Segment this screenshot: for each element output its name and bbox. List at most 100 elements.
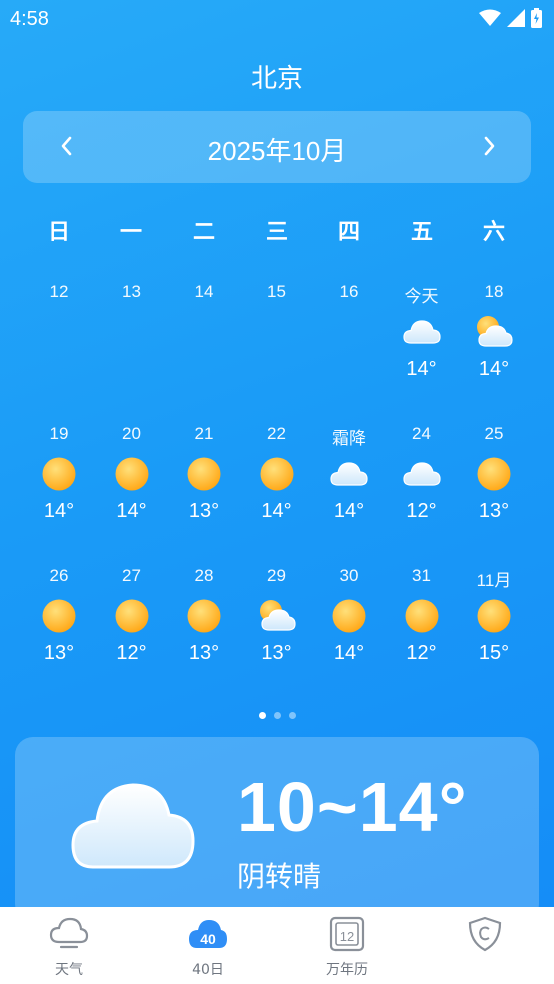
wifi-icon: [479, 9, 501, 26]
calendar-day-cell[interactable]: 22 14°: [241, 424, 313, 534]
chevron-right-icon: [484, 136, 495, 156]
calendar-day-cell[interactable]: 今天 14°: [386, 282, 458, 392]
cloud-icon: [329, 454, 369, 494]
cloud-icon: [71, 783, 195, 869]
today-summary-card[interactable]: 10~14° 阴转晴: [15, 737, 539, 922]
day-label: 18: [484, 282, 504, 301]
calendar-day-cell[interactable]: 25 13°: [458, 424, 530, 534]
day-temperature: 15°: [478, 642, 510, 664]
day-label: 27: [122, 566, 141, 585]
day-temperature: 12°: [406, 500, 437, 522]
day-label: 25: [484, 424, 504, 443]
status-time: 4:58: [10, 8, 49, 30]
day-temperature: 13°: [478, 500, 510, 522]
day-label: 15: [267, 282, 286, 301]
sun-icon: [329, 596, 369, 636]
calendar-day-cell[interactable]: 27 12°: [96, 566, 168, 676]
tab-40-day[interactable]: 40 40日: [153, 907, 263, 984]
day-temperature: 14°: [43, 500, 75, 522]
month-selector: 2025年10月: [23, 111, 531, 183]
bottom-tab-bar: 天气 40 40日 12 万年历: [0, 907, 554, 984]
sun-icon: [112, 596, 152, 636]
calendar-day-cell[interactable]: 26 13°: [23, 566, 95, 676]
day-label: 霜降: [332, 429, 366, 448]
calendar-day-cell[interactable]: 14: [168, 282, 240, 392]
weekday-label: 二: [192, 220, 215, 245]
weather-condition: 阴转晴: [237, 860, 322, 893]
sun-icon: [184, 596, 224, 636]
sun-icon: [474, 454, 514, 494]
sun-icon: [39, 596, 79, 636]
calendar-day-cell[interactable]: 19 14°: [23, 424, 95, 534]
cloud-outline-icon: [49, 917, 89, 949]
status-icons: [479, 8, 542, 28]
temperature-range: 10~14°: [237, 768, 468, 846]
calendar-day-cell[interactable]: 31 12°: [386, 566, 458, 676]
sun-icon: [474, 596, 514, 636]
partly-cloudy-icon: [257, 596, 297, 636]
page-indicator: [0, 704, 554, 723]
day-label: 14: [194, 282, 214, 301]
day-label: 31: [412, 566, 431, 585]
tab-label: 天气: [55, 962, 83, 978]
weekday-label: 一: [119, 220, 142, 245]
day-label: 11月: [476, 571, 512, 590]
next-month-button[interactable]: [475, 132, 503, 160]
day-label: 21: [194, 424, 214, 443]
calendar-day-cell[interactable]: 15: [241, 282, 313, 392]
day-temperature: 14°: [333, 500, 365, 522]
day-temperature: 14°: [261, 500, 292, 522]
calendar-day-cell[interactable]: 24 12°: [386, 424, 458, 534]
calendar-day-cell[interactable]: 20 14°: [96, 424, 168, 534]
calendar-day-cell[interactable]: 21 13°: [168, 424, 240, 534]
sun-icon: [112, 454, 152, 494]
page-dot[interactable]: [273, 712, 281, 719]
battery-icon: [531, 8, 542, 28]
day-temperature: 12°: [116, 642, 147, 664]
tab-weather[interactable]: 天气: [14, 907, 124, 984]
tab-calendar[interactable]: 12 万年历: [292, 907, 402, 984]
tab-icon-badge: 40: [200, 931, 216, 947]
day-label: 22: [267, 424, 286, 443]
sun-icon: [184, 454, 224, 494]
page-dot[interactable]: [288, 712, 296, 719]
sun-icon: [39, 454, 79, 494]
day-temperature: 14°: [406, 358, 437, 380]
calendar-day-cell[interactable]: 11月 15°: [458, 566, 530, 676]
calendar-day-cell[interactable]: 16: [313, 282, 385, 392]
day-temperature: 12°: [406, 642, 437, 664]
calendar-day-cell[interactable]: 18 14°: [458, 282, 530, 392]
calendar-day-cell[interactable]: 12: [23, 282, 95, 392]
calendar-day-cell[interactable]: 30 14°: [313, 566, 385, 676]
day-label: 20: [122, 424, 141, 443]
weekday-header: 日 一 二 三 四 五 六: [23, 214, 531, 245]
tab-protection[interactable]: [430, 907, 540, 984]
day-label: 26: [49, 566, 69, 585]
calendar-day-cell[interactable]: 13: [96, 282, 168, 392]
day-temperature: 13°: [261, 642, 292, 664]
city-title: 北京: [250, 64, 303, 94]
status-bar: 4:58: [0, 0, 554, 38]
day-label: 12: [49, 282, 69, 301]
signal-icon: [507, 9, 525, 27]
day-temperature: 13°: [188, 500, 220, 522]
day-label: 30: [339, 566, 359, 585]
tab-icon-badge: 12: [340, 929, 354, 944]
day-label: 13: [122, 282, 141, 301]
page-dot[interactable]: [258, 712, 266, 719]
day-temperature: 13°: [43, 642, 75, 664]
day-temperature: 14°: [478, 358, 510, 380]
tab-label: 万年历: [326, 962, 368, 978]
calendar-icon: 12: [329, 916, 365, 952]
sun-icon: [257, 454, 297, 494]
partly-cloudy-icon: [474, 312, 514, 352]
weekday-label: 六: [482, 220, 505, 245]
weekday-label: 四: [337, 220, 360, 245]
calendar-day-cell[interactable]: 28 13°: [168, 566, 240, 676]
calendar-day-cell[interactable]: 霜降 14°: [313, 424, 385, 534]
sun-icon: [402, 596, 442, 636]
calendar-day-cell[interactable]: 29 13°: [241, 566, 313, 676]
weekday-label: 三: [265, 220, 288, 245]
month-label: 2025年10月: [207, 136, 347, 166]
day-label: 16: [339, 282, 359, 301]
